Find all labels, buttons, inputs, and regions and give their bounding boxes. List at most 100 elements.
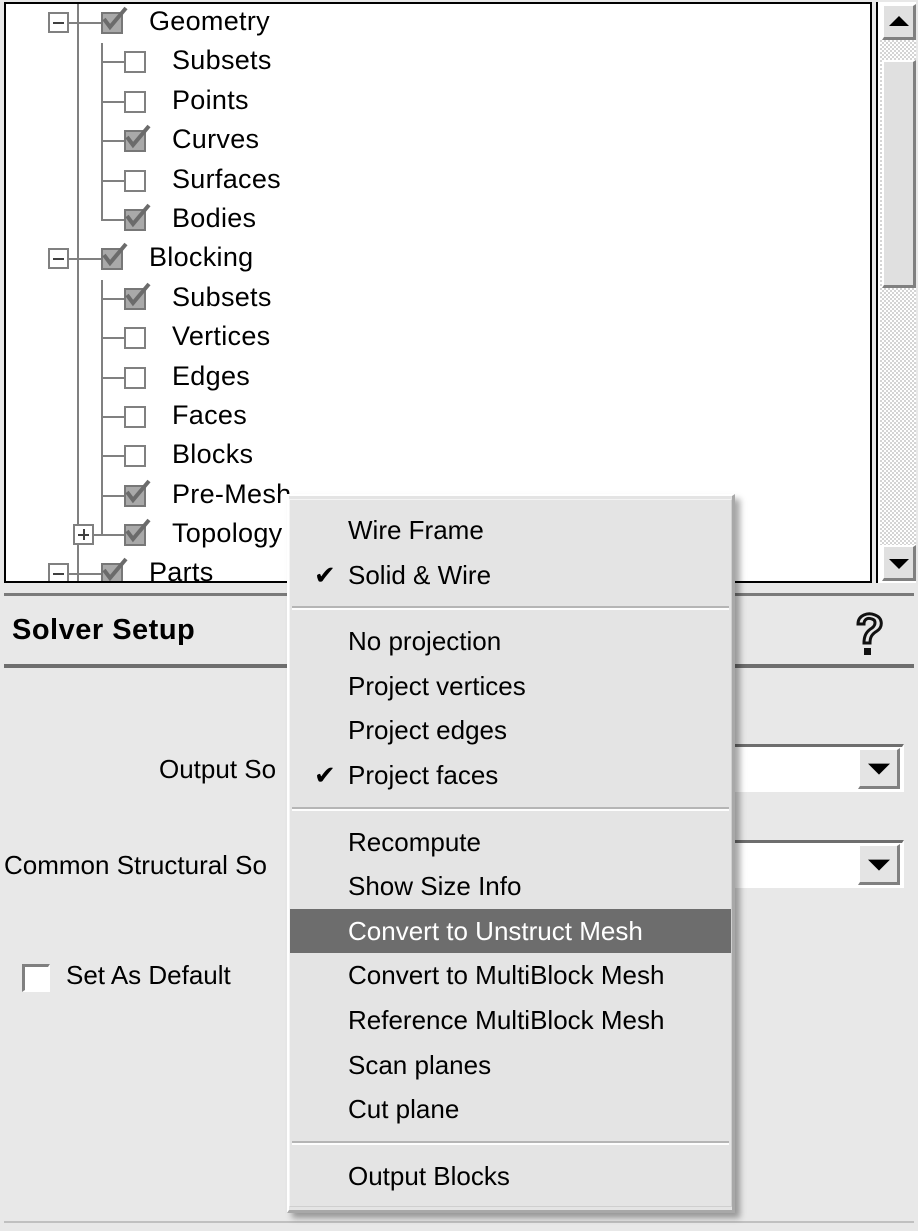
tree-connector-line [101, 201, 103, 221]
tree-expand-icon[interactable] [73, 524, 94, 545]
tree-connector-line [101, 43, 103, 63]
tree-connector-line [101, 101, 124, 103]
tree-item-blocking[interactable]: Blocking [6, 240, 870, 279]
tree-connector-line [101, 298, 124, 300]
common-structural-solver-label: Common Structural So [4, 850, 267, 881]
tree-item-blocks[interactable]: Blocks [6, 437, 870, 476]
panel-divider [4, 1221, 914, 1223]
scroll-up-button[interactable] [882, 4, 916, 40]
menu-item-label: Show Size Info [348, 871, 521, 901]
menu-item-project-edges[interactable]: Project edges [290, 708, 731, 753]
tree-item-faces[interactable]: Faces [6, 398, 870, 437]
tree-item-checkbox[interactable] [124, 91, 146, 113]
tree-connector-line [101, 398, 103, 418]
tree-item-checkbox[interactable] [124, 288, 146, 310]
tree-item-label: Surfaces [172, 160, 281, 199]
set-as-default-checkbox[interactable] [22, 964, 50, 992]
tree-connector-line [77, 359, 79, 398]
tree-connector-line [101, 140, 124, 142]
tree-connector-line [101, 61, 124, 63]
tree-connector-line [101, 337, 124, 339]
tree-item-label: Points [172, 81, 249, 120]
tree-vertical-scrollbar[interactable] [876, 2, 916, 583]
menu-item-solid-wire[interactable]: ✔Solid & Wire [290, 553, 731, 598]
question-mark-help-icon[interactable] [848, 610, 890, 658]
tree-item-geometry[interactable]: Geometry [6, 4, 870, 43]
tree-item-checkbox[interactable] [124, 130, 146, 152]
tree-collapse-icon[interactable] [48, 248, 69, 269]
tree-connector-line [77, 201, 79, 240]
tree-item-edges[interactable]: Edges [6, 359, 870, 398]
tree-item-checkbox[interactable] [124, 170, 146, 192]
common-structural-solver-dropdown-button[interactable] [858, 844, 900, 885]
tree-connector-line [101, 416, 124, 418]
tree-connector-line [77, 83, 79, 122]
triangle-down-icon [889, 559, 909, 569]
scroll-down-button[interactable] [882, 545, 916, 581]
tree-item-checkbox[interactable] [124, 367, 146, 389]
pre-mesh-context-menu[interactable]: Wire Frame✔Solid & Wire No projection Proj… [287, 494, 735, 1213]
tree-connector-line [101, 377, 124, 379]
tree-connector-line [101, 319, 103, 339]
tree-item-curves[interactable]: Curves [6, 122, 870, 161]
scrollbar-thumb[interactable] [882, 60, 916, 288]
tree-item-checkbox[interactable] [124, 485, 146, 507]
menu-separator [292, 1141, 729, 1145]
tree-item-subsets[interactable]: Subsets [6, 280, 870, 319]
output-solver-dropdown-button[interactable] [858, 748, 900, 789]
menu-item-convert-to-unstruct-mesh[interactable]: Convert to Unstruct Mesh [290, 909, 731, 954]
menu-item-show-size-info[interactable]: Show Size Info [290, 864, 731, 909]
menu-item-no-projection[interactable]: No projection [290, 619, 731, 664]
tree-item-checkbox[interactable] [101, 563, 123, 583]
menu-item-wire-frame[interactable]: Wire Frame [290, 508, 731, 553]
tree-connector-line [101, 162, 103, 182]
tree-connector-line [101, 180, 103, 201]
menu-item-project-vertices[interactable]: Project vertices [290, 664, 731, 709]
menu-item-project-faces[interactable]: ✔Project faces [290, 753, 731, 798]
tree-item-checkbox[interactable] [124, 327, 146, 349]
check-mark-icon: ✔ [314, 753, 336, 798]
tree-collapse-icon[interactable] [48, 563, 69, 583]
menu-item-label: No projection [348, 626, 501, 656]
tree-item-surfaces[interactable]: Surfaces [6, 162, 870, 201]
tree-item-label: Blocks [172, 435, 253, 474]
menu-item-label: Convert to MultiBlock Mesh [348, 960, 664, 990]
tree-connector-line [101, 83, 103, 103]
menu-item-label: Scan planes [348, 1050, 491, 1080]
tree-connector-line [101, 122, 103, 142]
menu-item-cut-plane[interactable]: Cut plane [290, 1087, 731, 1132]
tree-item-checkbox[interactable] [124, 209, 146, 231]
tree-item-vertices[interactable]: Vertices [6, 319, 870, 358]
tree-item-label: Vertices [172, 317, 270, 356]
tree-connector-line [101, 180, 124, 182]
menu-item-label: Output Blocks [348, 1161, 510, 1191]
tree-collapse-icon[interactable] [48, 12, 69, 33]
set-as-default-label: Set As Default [66, 960, 231, 991]
tree-item-points[interactable]: Points [6, 83, 870, 122]
tree-item-checkbox[interactable] [124, 406, 146, 428]
tree-item-label: Faces [172, 396, 247, 435]
tree-connector-line [101, 280, 103, 300]
tree-item-bodies[interactable]: Bodies [6, 201, 870, 240]
menu-item-recompute[interactable]: Recompute [290, 820, 731, 865]
tree-item-checkbox[interactable] [124, 51, 146, 73]
tree-item-checkbox[interactable] [124, 445, 146, 467]
tree-item-checkbox[interactable] [101, 248, 123, 270]
menu-item-scan-planes[interactable]: Scan planes [290, 1043, 731, 1088]
tree-item-checkbox[interactable] [124, 524, 146, 546]
menu-item-reference-multiblock-mesh[interactable]: Reference MultiBlock Mesh [290, 998, 731, 1043]
tree-connector-line [101, 437, 103, 457]
menu-item-label: Convert to Unstruct Mesh [348, 916, 643, 946]
menu-separator [292, 807, 729, 811]
tree-connector-line [101, 359, 103, 379]
tree-item-subsets[interactable]: Subsets [6, 43, 870, 82]
tree-connector-line [77, 122, 79, 161]
menu-item-convert-to-multiblock-mesh[interactable]: Convert to MultiBlock Mesh [290, 953, 731, 998]
menu-item-label: Project edges [348, 715, 507, 745]
tree-connector-line [101, 416, 103, 437]
tree-connector-line [77, 477, 79, 516]
menu-item-label: Project vertices [348, 671, 526, 701]
tree-item-checkbox[interactable] [101, 12, 123, 34]
menu-item-output-blocks[interactable]: Output Blocks [290, 1154, 731, 1199]
tree-connector-line [77, 43, 79, 82]
